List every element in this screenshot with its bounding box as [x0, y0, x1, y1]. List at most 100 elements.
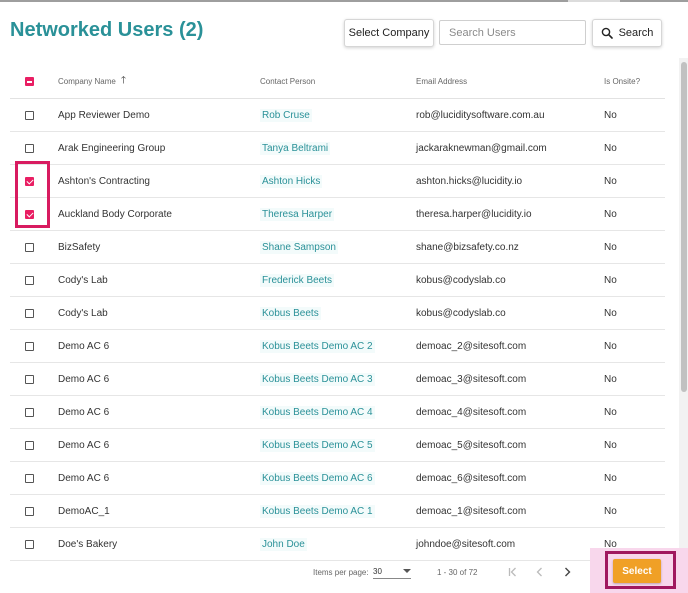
email-address: johndoe@sitesoft.com: [416, 538, 516, 550]
contact-person-link[interactable]: Kobus Beets Demo AC 2: [260, 339, 375, 353]
row-checkbox-cell: [25, 462, 34, 494]
row-checkbox[interactable]: [25, 539, 34, 549]
row-checkbox[interactable]: [25, 374, 34, 384]
contact-person-link[interactable]: Kobus Beets Demo AC 5: [260, 438, 375, 452]
page-title: Networked Users (2): [10, 19, 204, 41]
column-header-contact[interactable]: Contact Person: [260, 64, 315, 99]
paginator: Items per page: 30 1 - 30 of 72: [0, 558, 688, 586]
selected-rows-highlight: [15, 161, 50, 228]
row-checkbox[interactable]: [25, 143, 34, 153]
table-row[interactable]: Demo AC 6 Kobus Beets Demo AC 3 demoac_3@s…: [10, 363, 665, 396]
users-table: Company Name 🡑 Contact Person Email Addr…: [10, 63, 665, 561]
contact-person-link[interactable]: Rob Cruse: [260, 108, 312, 122]
contact-person-cell: Kobus Beets: [260, 297, 321, 329]
contact-person-link[interactable]: Kobus Beets Demo AC 1: [260, 504, 375, 518]
table-row[interactable]: Cody's Lab Frederick Beets kobus@codyslab.…: [10, 264, 665, 297]
column-header-onsite[interactable]: Is Onsite?: [604, 64, 640, 99]
contact-person-link[interactable]: Frederick Beets: [260, 273, 335, 287]
is-onsite: No: [604, 505, 617, 517]
table-row[interactable]: DemoAC_1 Kobus Beets Demo AC 1 demoac_1@si…: [10, 495, 665, 528]
contact-person-link[interactable]: Theresa Harper: [260, 207, 335, 221]
company-name: Doe's Bakery: [58, 538, 118, 550]
contact-person-link[interactable]: Kobus Beets: [260, 306, 321, 320]
company-name: DemoAC_1: [58, 505, 110, 517]
is-onsite: No: [604, 340, 617, 352]
first-page-button[interactable]: [505, 564, 521, 580]
chevron-right-icon: [565, 567, 571, 577]
chevron-left-icon: [536, 567, 542, 577]
contact-person-cell: Kobus Beets Demo AC 3: [260, 363, 375, 395]
row-checkbox-cell: [25, 330, 34, 362]
items-per-page-label: Items per page:: [313, 568, 369, 577]
company-name: BizSafety: [58, 241, 101, 253]
select-button[interactable]: Select: [613, 559, 661, 583]
contact-person-cell: Tanya Beltrami: [260, 132, 331, 164]
contact-person-link[interactable]: Kobus Beets Demo AC 4: [260, 405, 375, 419]
row-checkbox-cell: [25, 495, 34, 527]
table-row[interactable]: Demo AC 6 Kobus Beets Demo AC 4 demoac_4@s…: [10, 396, 665, 429]
column-header-email[interactable]: Email Address: [416, 64, 467, 99]
email-address: shane@bizsafety.co.nz: [416, 241, 519, 253]
column-header-company-label: Company Name: [58, 77, 116, 86]
row-checkbox[interactable]: [25, 242, 34, 252]
contact-person-link[interactable]: Shane Sampson: [260, 240, 338, 254]
items-per-page-select[interactable]: 30: [373, 564, 411, 579]
row-checkbox[interactable]: [25, 110, 34, 120]
row-checkbox[interactable]: [25, 275, 34, 285]
row-checkbox[interactable]: [25, 506, 34, 516]
search-button[interactable]: Search: [592, 19, 662, 47]
contact-person-link[interactable]: Kobus Beets Demo AC 6: [260, 471, 375, 485]
next-page-button[interactable]: [559, 564, 575, 580]
contact-person-link[interactable]: Kobus Beets Demo AC 3: [260, 372, 375, 386]
contact-person-link[interactable]: John Doe: [260, 537, 307, 551]
search-icon: [601, 27, 613, 39]
row-checkbox-cell: [25, 231, 34, 263]
company-name: Auckland Body Corporate: [58, 208, 172, 220]
contact-person-cell: Theresa Harper: [260, 198, 335, 230]
email-address: kobus@codyslab.co: [416, 307, 506, 319]
table-row[interactable]: Demo AC 6 Kobus Beets Demo AC 6 demoac_6@s…: [10, 462, 665, 495]
email-address: jackaraknewman@gmail.com: [416, 142, 547, 154]
select-all-cell: [25, 64, 34, 99]
table-row[interactable]: Demo AC 6 Kobus Beets Demo AC 2 demoac_2@s…: [10, 330, 665, 363]
previous-page-button[interactable]: [532, 564, 548, 580]
column-header-company[interactable]: Company Name 🡑: [58, 64, 126, 99]
row-checkbox[interactable]: [25, 473, 34, 483]
company-name: Cody's Lab: [58, 274, 108, 286]
is-onsite: No: [604, 241, 617, 253]
table-header: Company Name 🡑 Contact Person Email Addr…: [10, 63, 665, 99]
chevron-down-icon: [403, 569, 411, 573]
contact-person-cell: Kobus Beets Demo AC 4: [260, 396, 375, 428]
table-row[interactable]: Demo AC 6 Kobus Beets Demo AC 5 demoac_5@s…: [10, 429, 665, 462]
row-checkbox[interactable]: [25, 440, 34, 450]
email-address: demoac_2@sitesoft.com: [416, 340, 527, 352]
email-address: demoac_6@sitesoft.com: [416, 472, 527, 484]
table-row[interactable]: Ashton's Contracting Ashton Hicks ashton.h…: [10, 165, 665, 198]
page-range-label: 1 - 30 of 72: [437, 568, 478, 577]
table-row[interactable]: App Reviewer Demo Rob Cruse rob@lucidityso…: [10, 99, 665, 132]
row-checkbox-cell: [25, 363, 34, 395]
row-checkbox-cell: [25, 264, 34, 296]
email-address: theresa.harper@lucidity.io: [416, 208, 532, 220]
contact-person-link[interactable]: Tanya Beltrami: [260, 141, 331, 155]
table-row[interactable]: Doe's Bakery John Doe johndoe@sitesoft.com…: [10, 528, 665, 561]
contact-person-link[interactable]: Ashton Hicks: [260, 174, 323, 188]
is-onsite: No: [604, 307, 617, 319]
email-address: demoac_1@sitesoft.com: [416, 505, 527, 517]
select-all-checkbox[interactable]: [25, 77, 34, 86]
table-row[interactable]: Cody's Lab Kobus Beets kobus@codyslab.co No: [10, 297, 665, 330]
contact-person-cell: Kobus Beets Demo AC 1: [260, 495, 375, 527]
scrollbar-thumb[interactable]: [681, 62, 687, 392]
table-row[interactable]: Arak Engineering Group Tanya Beltrami jack…: [10, 132, 665, 165]
select-company-button[interactable]: Select Company: [344, 19, 434, 47]
row-checkbox[interactable]: [25, 341, 34, 351]
contact-person-cell: Rob Cruse: [260, 99, 312, 131]
row-checkbox[interactable]: [25, 308, 34, 318]
row-checkbox-cell: [25, 396, 34, 428]
contact-person-cell: Kobus Beets Demo AC 6: [260, 462, 375, 494]
row-checkbox[interactable]: [25, 407, 34, 417]
table-row[interactable]: BizSafety Shane Sampson shane@bizsafety.co…: [10, 231, 665, 264]
search-users-input[interactable]: [439, 20, 586, 45]
table-row[interactable]: Auckland Body Corporate Theresa Harper the…: [10, 198, 665, 231]
row-checkbox-cell: [25, 132, 34, 164]
